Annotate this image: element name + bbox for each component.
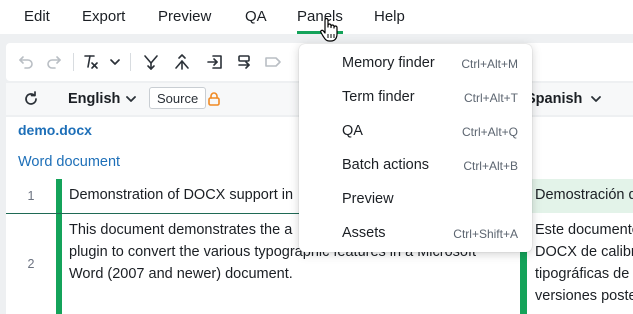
- menu-item-label: Term finder: [342, 89, 415, 105]
- insert-source-icon[interactable]: [205, 52, 225, 72]
- merge-segments-icon[interactable]: [141, 52, 161, 72]
- menu-help[interactable]: Help: [374, 0, 405, 34]
- menu-item-term-finder[interactable]: Term finder Ctrl+Alt+T: [299, 80, 532, 114]
- source-text[interactable]: This document demonstrates the a: [69, 219, 292, 241]
- segment-status-bar: [56, 214, 62, 314]
- segment-number: 2: [27, 257, 35, 271]
- menu-export[interactable]: Export: [82, 0, 125, 34]
- lock-icon[interactable]: [204, 89, 224, 109]
- document-type: Word document: [18, 154, 121, 170]
- chevron-down-icon[interactable]: [105, 52, 125, 72]
- target-text[interactable]: DOCX de calibre: [535, 241, 633, 263]
- menu-item-label: Memory finder: [342, 55, 435, 71]
- tag-icon[interactable]: [263, 52, 283, 72]
- source-text[interactable]: Word (2007 and newer) document.: [69, 263, 293, 285]
- target-language[interactable]: Spanish: [526, 83, 582, 115]
- segment-number: 1: [27, 189, 35, 203]
- target-text[interactable]: Demostración d: [535, 184, 633, 206]
- copy-source-icon[interactable]: [235, 52, 255, 72]
- source-language[interactable]: English: [68, 83, 120, 115]
- menu-item-memory-finder[interactable]: Memory finder Ctrl+Alt+M: [299, 46, 532, 80]
- menu-bar: Edit Export Preview QA Panels Help: [0, 0, 633, 34]
- keyboard-shortcut: Ctrl+Alt+T: [463, 91, 518, 105]
- menu-item-label: QA: [342, 123, 363, 139]
- target-text[interactable]: Este documento: [535, 219, 633, 241]
- keyboard-shortcut: Ctrl+Alt+B: [463, 159, 518, 173]
- menu-edit[interactable]: Edit: [24, 0, 50, 34]
- source-text[interactable]: Demonstration of DOCX support in: [69, 184, 293, 206]
- refresh-icon[interactable]: [21, 89, 41, 109]
- file-name[interactable]: demo.docx: [18, 122, 92, 138]
- menu-item-label: Batch actions: [342, 157, 430, 173]
- hand-cursor-icon: [320, 17, 338, 43]
- menu-preview[interactable]: Preview: [158, 0, 211, 34]
- source-badge: Source: [149, 87, 207, 109]
- menu-item-label: Preview: [342, 191, 394, 207]
- target-text[interactable]: tipográficas de: [535, 263, 629, 285]
- chevron-down-icon[interactable]: [586, 89, 606, 109]
- target-text[interactable]: versiones poste: [535, 285, 633, 307]
- clear-formatting-icon[interactable]: [81, 52, 101, 72]
- segment-status-bar: [56, 179, 62, 213]
- menu-item-preview[interactable]: Preview: [299, 182, 532, 216]
- menu-item-qa[interactable]: QA Ctrl+Alt+Q: [299, 114, 532, 148]
- toolbar-separator: [130, 53, 131, 71]
- split-segment-icon[interactable]: [172, 52, 192, 72]
- menu-item-batch-actions[interactable]: Batch actions Ctrl+Alt+B: [299, 148, 532, 182]
- undo-icon[interactable]: [16, 52, 36, 72]
- menu-item-assets[interactable]: Assets Ctrl+Shift+A: [299, 216, 532, 250]
- redo-icon[interactable]: [44, 52, 64, 72]
- menu-qa[interactable]: QA: [245, 0, 267, 34]
- toolbar-separator: [73, 53, 74, 71]
- panels-dropdown-menu: Memory finder Ctrl+Alt+M Term finder Ctr…: [299, 44, 532, 252]
- keyboard-shortcut: Ctrl+Alt+Q: [461, 125, 518, 139]
- menu-item-label: Assets: [342, 225, 386, 241]
- keyboard-shortcut: Ctrl+Shift+A: [453, 227, 518, 241]
- chevron-down-icon[interactable]: [121, 89, 141, 109]
- keyboard-shortcut: Ctrl+Alt+M: [461, 57, 518, 71]
